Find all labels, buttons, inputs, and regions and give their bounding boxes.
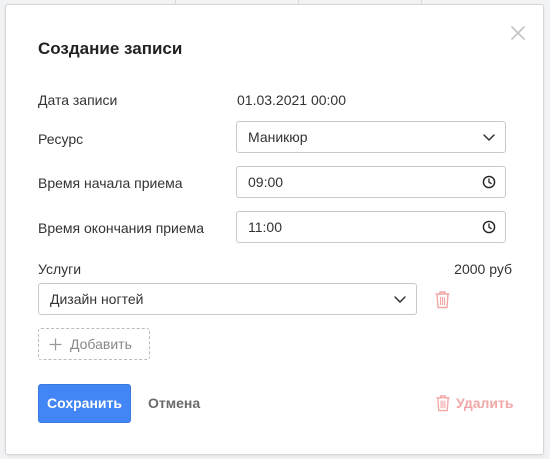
delete-label: Удалить (456, 395, 514, 411)
end-time-value: 11:00 (248, 219, 282, 235)
end-time-input[interactable]: 11:00 (236, 211, 506, 243)
create-record-dialog: Создание записи Дата записи 01.03.2021 0… (5, 4, 544, 455)
services-total: 2000 руб (454, 261, 512, 277)
trash-icon (436, 395, 450, 412)
resource-label: Ресурс (38, 131, 84, 147)
end-time-label: Время окончания приема (38, 220, 205, 236)
service-select[interactable]: Дизайн ногтей (38, 283, 417, 315)
start-time-label: Время начала приема (38, 175, 183, 191)
services-label: Услуги (38, 261, 82, 277)
cancel-button[interactable]: Отмена (148, 395, 200, 411)
start-time-input[interactable]: 09:00 (236, 166, 506, 198)
plus-icon (49, 338, 62, 351)
clock-icon[interactable] (482, 175, 496, 189)
trash-icon[interactable] (434, 290, 451, 309)
record-date-value: 01.03.2021 00:00 (237, 92, 346, 108)
add-service-button[interactable]: Добавить (38, 328, 150, 360)
chevron-down-icon (394, 296, 406, 303)
clock-icon[interactable] (482, 220, 496, 234)
resource-select-value: Маникюр (248, 129, 308, 145)
save-button[interactable]: Сохранить (38, 384, 131, 423)
dialog-title: Создание записи (38, 39, 183, 58)
close-icon[interactable] (508, 23, 528, 43)
record-date-label: Дата записи (38, 92, 118, 108)
start-time-value: 09:00 (248, 174, 284, 190)
resource-select[interactable]: Маникюр (236, 121, 506, 153)
service-select-value: Дизайн ногтей (50, 291, 144, 307)
chevron-down-icon (483, 134, 495, 141)
add-service-label: Добавить (70, 336, 132, 352)
